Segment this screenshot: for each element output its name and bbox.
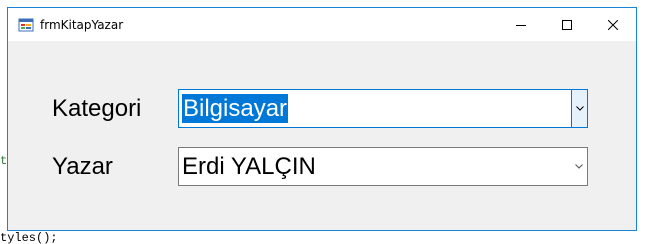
close-icon	[608, 19, 618, 30]
form-app-icon	[18, 17, 34, 33]
kategori-label: Kategori	[52, 95, 142, 122]
yazar-combobox[interactable]: Erdi YALÇIN	[178, 147, 588, 186]
window-title: frmKitapYazar	[40, 18, 124, 32]
chevron-down-icon	[575, 164, 583, 169]
minimize-button[interactable]	[498, 8, 544, 41]
minimize-icon	[516, 24, 526, 26]
close-button[interactable]	[590, 8, 636, 41]
yazar-selected-value: Erdi YALÇIN	[182, 153, 316, 180]
kategori-dropdown-button[interactable]	[571, 90, 587, 127]
kategori-combobox[interactable]: Bilgisayar	[178, 89, 588, 128]
yazar-dropdown-button[interactable]	[571, 148, 587, 185]
background-code-line: tyles();	[0, 232, 58, 244]
maximize-icon	[562, 19, 572, 30]
chevron-down-icon	[575, 106, 584, 111]
title-bar[interactable]: frmKitapYazar	[8, 8, 636, 41]
form-window: frmKitapYazar Kategori Bilgisayar Yazar	[7, 7, 637, 231]
kategori-selected-value: Bilgisayar	[182, 94, 289, 123]
yazar-label: Yazar	[52, 153, 113, 180]
maximize-button[interactable]	[544, 8, 590, 41]
